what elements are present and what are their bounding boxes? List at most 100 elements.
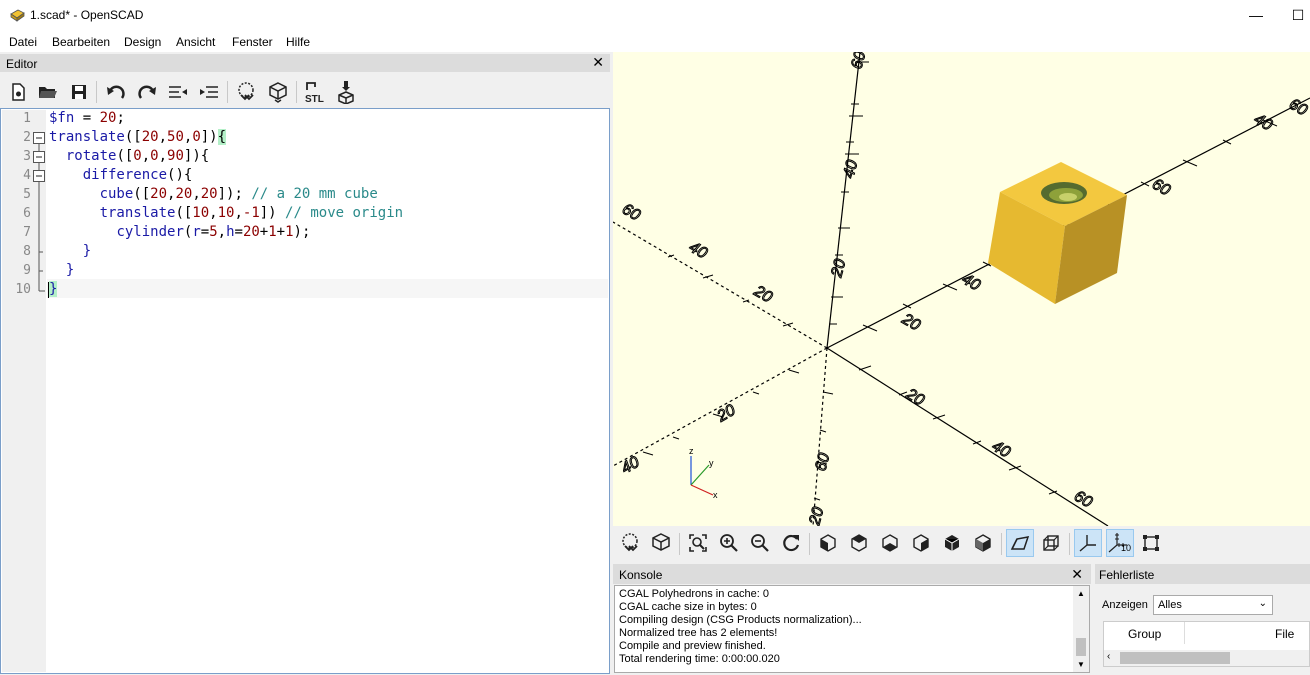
view-right-icon[interactable]	[816, 531, 840, 555]
orthogonal-icon[interactable]	[1039, 531, 1063, 555]
filter-select[interactable]: Alles ⌄	[1153, 595, 1273, 615]
console-line: Total rendering time: 0:00:00.020	[619, 653, 780, 665]
open-file-icon[interactable]	[36, 80, 60, 104]
chevron-down-icon: ⌄	[1258, 598, 1267, 609]
toolbar-separator	[809, 533, 810, 555]
render-icon[interactable]	[649, 531, 673, 555]
axis-tick-label: 40	[1251, 111, 1275, 135]
column-header-file[interactable]: File	[1275, 627, 1294, 641]
reset-view-icon[interactable]	[779, 531, 803, 555]
console-close-icon[interactable]: ✕	[1071, 566, 1083, 583]
redo-icon[interactable]	[135, 80, 159, 104]
menu-bar: Datei Bearbeiten Design Ansicht Fenster …	[0, 31, 1310, 52]
error-list-title: Fehlerliste	[1099, 568, 1155, 582]
viewport-canvas[interactable]: 60 40 20 20 40 60 20 40 60 20 40 60 20 4…	[613, 52, 1310, 526]
scrollbar-thumb[interactable]	[1076, 638, 1086, 656]
code-line: $fn = 20;	[49, 110, 125, 126]
show-axes-icon[interactable]	[1074, 529, 1102, 557]
axis-tick-label: 60	[1071, 488, 1095, 512]
line-number: 1	[23, 111, 31, 126]
toolbar-separator	[296, 81, 297, 103]
export-stl-icon[interactable]: STL	[303, 80, 327, 104]
zoom-out-icon[interactable]	[748, 531, 772, 555]
render-icon[interactable]	[266, 80, 290, 104]
view-top-icon[interactable]	[847, 531, 871, 555]
code-line: difference(){	[82, 167, 193, 183]
axis-tick-label: 40	[686, 239, 710, 263]
code-line: translate([10,10,-1]) // move origin	[99, 205, 404, 221]
line-number: 5	[23, 187, 31, 202]
view-left-icon[interactable]	[909, 531, 933, 555]
minimize-button[interactable]: —	[1236, 4, 1276, 28]
menu-fenster[interactable]: Fenster	[232, 35, 273, 49]
unindent-icon[interactable]	[166, 80, 190, 104]
scroll-down-icon[interactable]: ▼	[1077, 660, 1085, 669]
text-cursor	[48, 282, 49, 298]
show-edges-icon[interactable]	[1139, 531, 1163, 555]
view-bottom-icon[interactable]	[878, 531, 902, 555]
line-number: 7	[23, 225, 31, 240]
horizontal-scrollbar[interactable]: ‹	[1104, 650, 1309, 666]
menu-ansicht[interactable]: Ansicht	[176, 35, 215, 49]
scroll-up-icon[interactable]: ▲	[1077, 589, 1085, 598]
console-scrollbar[interactable]: ▲ ▼	[1073, 586, 1089, 672]
toolbar-separator	[96, 81, 97, 103]
axis-tick-label: 60	[619, 201, 643, 225]
preview-icon[interactable]	[618, 531, 642, 555]
new-file-icon[interactable]	[6, 80, 30, 104]
indent-icon[interactable]	[197, 80, 221, 104]
code-editor[interactable]: 1 2 3 4 5 6 7 8 9 10 $fn = 20; translate…	[0, 108, 610, 674]
line-number: 4	[23, 168, 31, 183]
code-line: rotate([0,0,90]){	[65, 148, 210, 164]
menu-datei[interactable]: Datei	[9, 35, 37, 49]
toolbar-separator	[227, 81, 228, 103]
axis-tick-label: 20	[902, 385, 927, 409]
editor-close-icon[interactable]: ✕	[592, 54, 604, 71]
3d-viewport[interactable]: 60 40 20 20 40 60 20 40 60 20 40 60 20 4…	[613, 52, 1310, 526]
console-output[interactable]: CGAL Polyhedrons in cache: 0 CGAL cache …	[614, 585, 1090, 673]
axis-tick-label: 40	[840, 158, 861, 180]
error-table: Group File ‹	[1103, 621, 1310, 667]
perspective-icon[interactable]	[1006, 529, 1034, 557]
toolbar-separator	[1001, 533, 1002, 555]
preview-icon[interactable]	[234, 80, 258, 104]
error-list-panel: Fehlerliste Anzeigen Alles ⌄ Group File …	[1095, 564, 1310, 675]
line-number: 6	[23, 206, 31, 221]
fold-markers[interactable]	[31, 111, 47, 301]
filter-label: Anzeigen	[1102, 599, 1148, 611]
maximize-button[interactable]: ☐	[1278, 4, 1310, 28]
editor-panel: Editor ✕ STL 1 2 3 4 5 6 7 8 9 10 $fn = …	[0, 52, 612, 675]
save-file-icon[interactable]	[67, 80, 91, 104]
console-header: Konsole ✕	[613, 564, 1091, 584]
undo-icon[interactable]	[104, 80, 128, 104]
zoom-in-icon[interactable]	[717, 531, 741, 555]
send-to-print-icon[interactable]	[334, 80, 358, 104]
toolbar-separator	[1069, 533, 1070, 555]
openscad-logo-icon	[10, 9, 25, 22]
axis-tick-label: 40	[959, 271, 983, 295]
axis-tick-label: 40	[619, 454, 643, 478]
view-toolbar: 10	[613, 526, 1310, 562]
line-number: 10	[15, 282, 31, 297]
title-bar: 1.scad* - OpenSCAD — ☐	[0, 0, 1310, 31]
view-all-icon[interactable]	[686, 531, 710, 555]
code-line: }	[82, 243, 92, 259]
console-line: CGAL cache size in bytes: 0	[619, 601, 757, 613]
scrollbar-thumb[interactable]	[1120, 652, 1230, 664]
scroll-left-icon[interactable]: ‹	[1107, 651, 1110, 662]
show-scale-icon[interactable]: 10	[1106, 529, 1134, 557]
line-number: 3	[23, 149, 31, 164]
menu-design[interactable]: Design	[124, 35, 161, 49]
console-title: Konsole	[619, 568, 663, 582]
view-front-icon[interactable]	[940, 531, 964, 555]
menu-hilfe[interactable]: Hilfe	[286, 35, 310, 49]
gizmo-z-label: z	[689, 446, 694, 456]
view-back-icon[interactable]	[971, 531, 995, 555]
toolbar-separator	[679, 533, 680, 555]
code-line: }	[49, 281, 58, 297]
column-header-group[interactable]: Group	[1128, 627, 1161, 641]
code-line: cube([20,20,20]); // a 20 mm cube	[99, 186, 378, 202]
scale-label: 10	[1121, 543, 1132, 553]
menu-bearbeiten[interactable]: Bearbeiten	[52, 35, 110, 49]
axis-tick-label: 60	[812, 451, 833, 473]
